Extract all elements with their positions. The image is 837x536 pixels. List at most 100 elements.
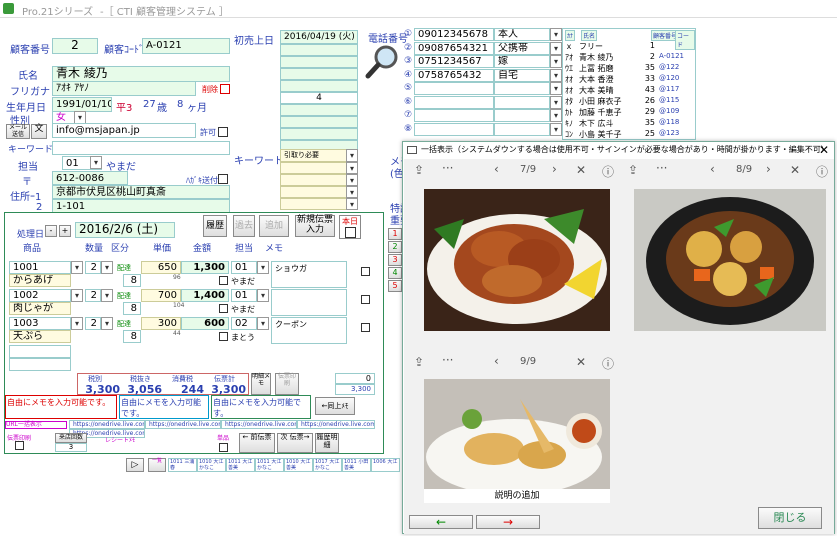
quantity-field[interactable]: 2 [85,261,101,274]
chevron-down-icon[interactable]: ▾ [257,289,269,302]
chevron-down-icon[interactable]: ▾ [71,289,83,302]
chevron-down-icon[interactable]: ▾ [346,174,358,186]
chevron-down-icon[interactable]: ▾ [101,317,113,330]
more-icon[interactable]: ··· [442,161,453,175]
dialog-close-button[interactable]: 閉じる [758,507,822,529]
phone-type-field[interactable] [494,122,550,136]
kana-customer-name[interactable]: 小島 美千子 [579,129,622,140]
kana-customer-name[interactable]: フリー [579,41,603,52]
phone-number-field[interactable] [414,82,494,95]
add-caption-label[interactable]: 説明の追加 [424,489,610,503]
chevron-down-icon[interactable]: ▾ [550,28,562,41]
customer-code-field[interactable]: A-0121 [142,38,230,54]
mail-template-button[interactable]: 文 [31,124,47,139]
item-memo-field[interactable] [271,289,347,316]
chevron-down-icon[interactable]: ▾ [71,317,83,330]
detail-memo-button[interactable]: 明細メモ [251,373,271,395]
phone-number-field[interactable]: 09087654321 [414,41,494,55]
share-icon[interactable]: ⇪ [414,163,424,177]
quantity-field[interactable]: 2 [85,289,101,302]
prev-photo-icon[interactable]: ‹ [494,162,499,176]
prev-slip-button[interactable]: ← 前伝票 [239,433,275,453]
staff-code-field[interactable]: 01 [231,261,257,274]
product-code-field[interactable]: 1002 [9,289,71,302]
more-icon[interactable]: ··· [656,161,667,175]
chevron-down-icon[interactable]: ▾ [101,289,113,302]
chevron-down-icon[interactable]: ▾ [550,95,562,109]
today-checkbox[interactable] [345,227,356,238]
phone-number-field[interactable]: 0758765432 [414,68,494,82]
side-number-tab[interactable]: 4 [388,267,402,279]
strip-cell[interactable]: 1006 大江 [371,458,400,472]
chevron-down-icon[interactable]: ▾ [90,156,102,169]
side-number-tab[interactable]: 3 [388,254,402,266]
product-code-field[interactable]: 1001 [9,261,71,274]
addr2-field[interactable]: 1-101 [52,199,230,213]
dialog-next-button[interactable]: → [476,515,540,529]
history-detail-button[interactable]: 履歴明細 [315,433,339,453]
side-number-tab[interactable]: 1 [388,228,402,240]
history-button[interactable]: 履歴 [203,215,227,237]
same-memo-button[interactable]: ←同上ﾒﾓ [315,397,355,415]
url-field-1[interactable]: https://onedrive.live.com/?cid=8F [69,420,145,429]
row-select-checkbox[interactable] [361,267,370,276]
unit-price-field[interactable]: 650 [141,261,181,274]
close-icon[interactable]: ✕ [819,142,829,158]
dob-field[interactable]: 1991/01/10 [52,97,112,112]
row-checkbox[interactable] [219,304,228,313]
chevron-down-icon[interactable]: ▾ [550,82,562,95]
date-minus-button[interactable]: - [45,225,57,237]
row-checkbox[interactable] [219,332,228,341]
row-select-checkbox[interactable] [361,323,370,332]
free-memo-2[interactable]: 自由にメモを入力可能です。 [119,395,209,419]
chevron-down-icon[interactable]: ▾ [346,162,358,174]
delete-checkbox[interactable] [220,84,230,94]
phone-number-field[interactable]: 09012345678 [414,28,494,41]
close-icon[interactable]: ✕ [790,163,800,177]
row-select-checkbox[interactable] [361,295,370,304]
slip-print-checkbox[interactable] [15,441,24,450]
prev-photo-icon[interactable]: ‹ [710,162,715,176]
add-button[interactable]: 追加 [259,215,289,237]
chevron-down-icon[interactable]: ▾ [71,261,83,274]
url-all-label[interactable]: URL一括表示 [5,421,67,429]
row-checkbox[interactable] [219,276,228,285]
dm-checkbox[interactable] [218,174,228,184]
strip-list-button[interactable]: 一覧 [148,458,166,472]
play-button[interactable]: ▷ [126,458,144,472]
next-photo-icon[interactable]: › [552,162,557,176]
chevron-down-icon[interactable]: ▾ [550,109,562,122]
staff-code-field[interactable]: 01 [231,289,257,302]
unit-price-field[interactable]: 300 [141,317,181,330]
single-item-checkbox[interactable] [219,443,228,452]
side-number-tab[interactable]: 2 [388,241,402,253]
next-slip-button[interactable]: 次 伝票→ [277,433,313,453]
kana-customer-name[interactable]: 木下 広斗 [579,118,614,129]
kana-customer-name[interactable]: 加藤 千恵子 [579,107,622,118]
share-icon[interactable]: ⇪ [628,163,638,177]
phone-type-field[interactable]: 本人 [494,28,550,41]
slip-print-button[interactable]: 伝票印刷 [275,373,299,395]
addr1-field[interactable]: 京都市伏見区桃山町真斎 [52,185,230,199]
phone-type-field[interactable] [494,109,550,122]
phone-type-field[interactable]: 自宅 [494,68,550,82]
process-date-field[interactable]: 2016/2/6 (土) [75,222,175,238]
keyword-field[interactable] [52,141,230,155]
share-icon[interactable]: ⇪ [414,355,424,369]
product-name-field[interactable] [9,358,71,371]
kana-customer-name[interactable]: 大本 香澄 [579,74,614,85]
search-icon[interactable] [364,44,404,80]
kana-customer-name[interactable]: 上冨 拓磨 [579,63,614,74]
date-plus-button[interactable]: + [59,225,71,237]
unit-price-field[interactable]: 700 [141,289,181,302]
info-icon[interactable]: ⓘ [602,355,614,372]
phone-number-field[interactable] [414,95,494,109]
chevron-down-icon[interactable]: ▾ [550,68,562,82]
strip-cell[interactable]: 1017 大江 かなこ [313,458,342,472]
free-memo-3[interactable]: 自由にメモを入力可能です。 [211,395,311,419]
product-code-field[interactable] [9,345,71,358]
next-photo-icon[interactable]: › [766,162,771,176]
strip-cell[interactable]: 1011 大江 善美 [226,458,255,472]
chevron-down-icon[interactable]: ▾ [257,317,269,330]
chevron-down-icon[interactable]: ▾ [346,198,358,210]
